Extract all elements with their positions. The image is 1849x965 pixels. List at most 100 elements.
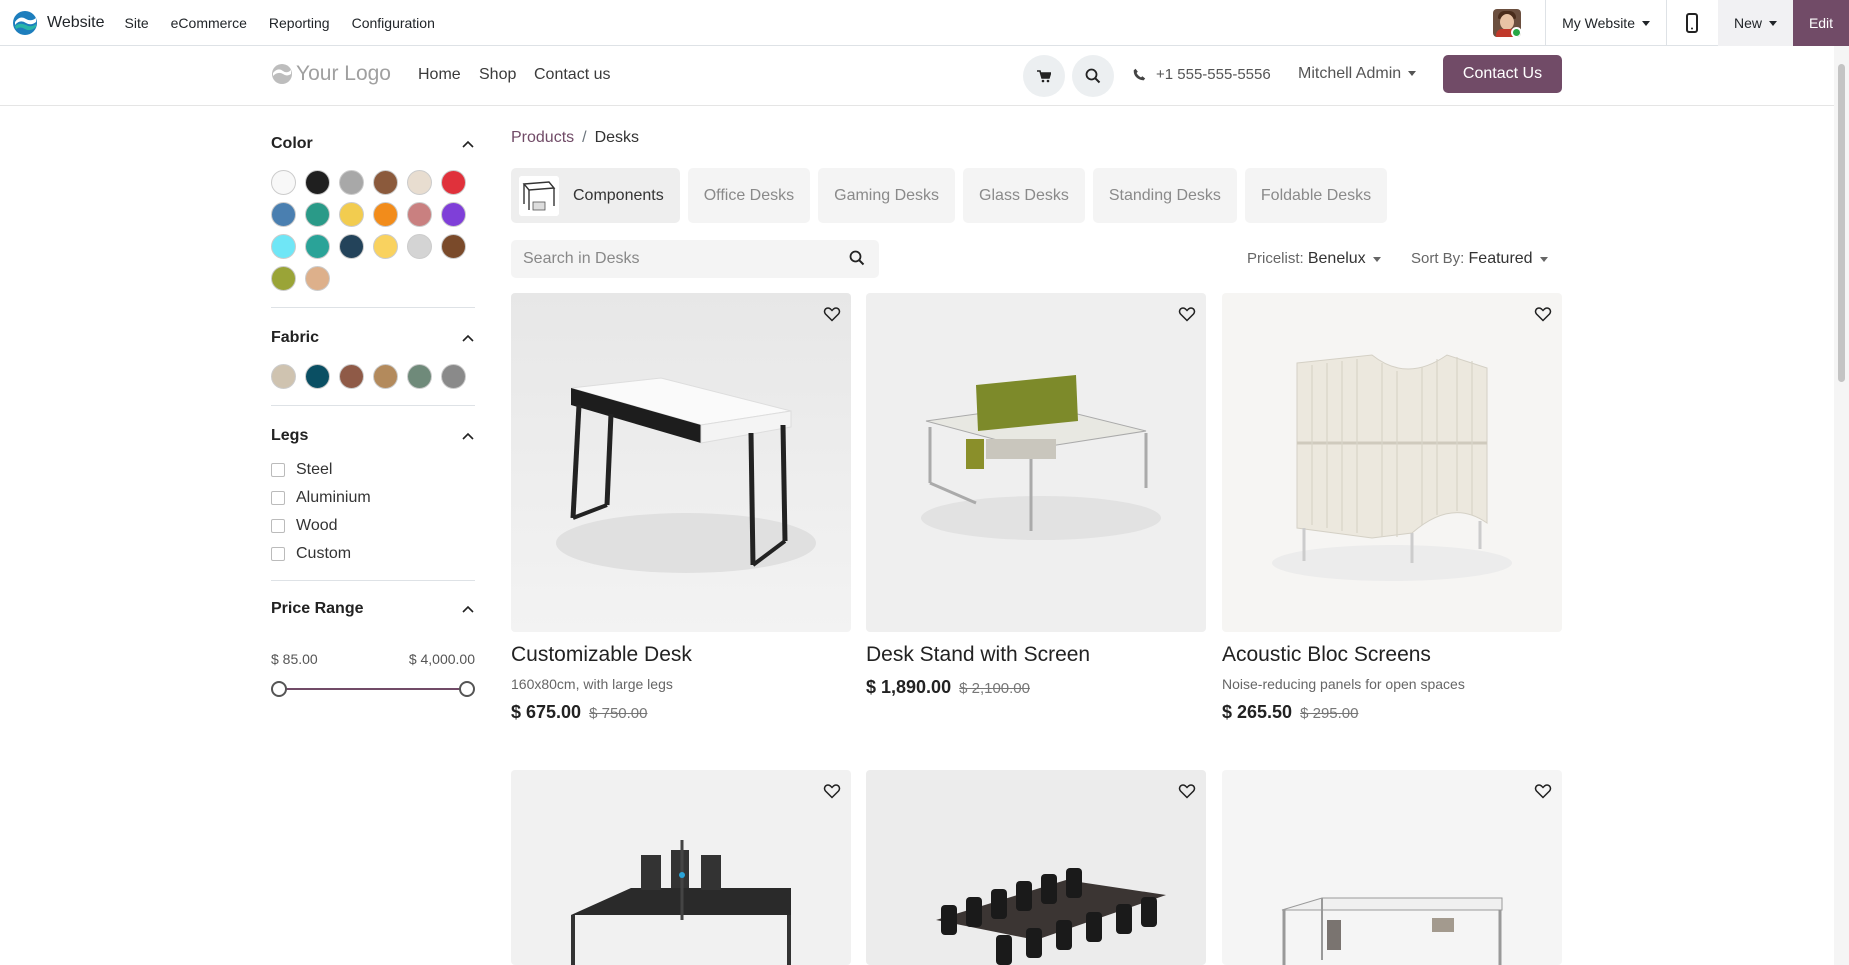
color-filter-header[interactable]: Color — [271, 128, 475, 160]
heart-icon[interactable] — [1178, 305, 1196, 323]
color-swatch[interactable] — [339, 234, 364, 259]
cart-button[interactable] — [1023, 55, 1065, 97]
product-card[interactable] — [511, 770, 851, 965]
color-swatch[interactable] — [407, 234, 432, 259]
fabric-swatch[interactable] — [373, 364, 398, 389]
fabric-swatch[interactable] — [441, 364, 466, 389]
heart-icon[interactable] — [1534, 782, 1552, 800]
checkbox[interactable] — [271, 547, 285, 561]
checkbox[interactable] — [271, 519, 285, 533]
color-swatch[interactable] — [271, 234, 296, 259]
fabric-swatch[interactable] — [407, 364, 432, 389]
menu-site[interactable]: Site — [125, 15, 149, 31]
color-swatch[interactable] — [407, 170, 432, 195]
legs-filter-header[interactable]: Legs — [271, 420, 475, 452]
site-logo[interactable]: Your Logo — [271, 62, 391, 86]
product-card[interactable]: Acoustic Bloc Screens Noise-reducing pan… — [1222, 293, 1562, 723]
product-card[interactable]: Desk Stand with Screen $ 1,890.00 $ 2,10… — [866, 293, 1206, 698]
legs-option-custom[interactable]: Custom — [271, 540, 475, 568]
heart-icon[interactable] — [1534, 305, 1552, 323]
product-name[interactable]: Acoustic Bloc Screens — [1222, 643, 1562, 667]
fabric-swatch[interactable] — [271, 364, 296, 389]
legs-option-wood[interactable]: Wood — [271, 512, 475, 540]
color-swatch[interactable] — [441, 234, 466, 259]
color-swatch[interactable] — [373, 202, 398, 227]
product-image[interactable] — [1222, 770, 1562, 965]
nav-home[interactable]: Home — [418, 66, 461, 84]
color-swatch[interactable] — [339, 202, 364, 227]
color-swatch[interactable] — [339, 170, 364, 195]
color-swatch[interactable] — [407, 202, 432, 227]
scrollbar-thumb[interactable] — [1838, 64, 1845, 382]
phone-number[interactable]: +1 555-555-5556 — [1133, 66, 1271, 83]
category-foldable-desks[interactable]: Foldable Desks — [1244, 168, 1388, 223]
product-card[interactable] — [1222, 770, 1562, 965]
user-dropdown[interactable]: Mitchell Admin — [1298, 65, 1417, 83]
product-name[interactable]: Customizable Desk — [511, 643, 851, 667]
slider-min-handle[interactable] — [271, 681, 287, 697]
color-swatch[interactable] — [271, 170, 296, 195]
menu-ecommerce[interactable]: eCommerce — [171, 15, 247, 31]
checkbox[interactable] — [271, 491, 285, 505]
fabric-swatch[interactable] — [339, 364, 364, 389]
caret-down-icon — [1372, 256, 1381, 262]
edit-button[interactable]: Edit — [1793, 0, 1849, 46]
category-gaming-desks[interactable]: Gaming Desks — [818, 168, 956, 223]
product-card[interactable] — [866, 770, 1206, 965]
nav-contact-us[interactable]: Contact us — [534, 66, 610, 84]
color-swatch[interactable] — [305, 202, 330, 227]
pricelist-label: Pricelist: — [1247, 250, 1304, 267]
price-filter-header[interactable]: Price Range — [271, 593, 475, 625]
user-avatar[interactable] — [1493, 9, 1522, 37]
product-image[interactable] — [866, 770, 1206, 965]
website-switcher[interactable]: My Website — [1545, 0, 1666, 46]
checkbox[interactable] — [271, 463, 285, 477]
category-standing-desks[interactable]: Standing Desks — [1092, 168, 1237, 223]
search-button[interactable] — [1072, 55, 1114, 97]
user-name: Mitchell Admin — [1298, 65, 1402, 82]
breadcrumb-products[interactable]: Products — [511, 129, 574, 146]
product-image[interactable] — [866, 293, 1206, 632]
heart-icon[interactable] — [1178, 782, 1196, 800]
price-range-slider[interactable] — [271, 679, 475, 699]
page-scrollbar[interactable] — [1834, 46, 1849, 965]
fabric-swatch[interactable] — [305, 364, 330, 389]
sort-dropdown[interactable]: Sort By: Featured — [1411, 250, 1548, 268]
color-swatch[interactable] — [271, 266, 296, 291]
color-swatch[interactable] — [441, 170, 466, 195]
new-content-button[interactable]: New — [1717, 0, 1793, 46]
fabric-filter-header[interactable]: Fabric — [271, 322, 475, 354]
contact-us-button[interactable]: Contact Us — [1443, 55, 1562, 93]
search-submit-button[interactable] — [849, 250, 865, 271]
color-swatch[interactable] — [373, 170, 398, 195]
divider — [271, 307, 475, 308]
color-swatch[interactable] — [373, 234, 398, 259]
menu-reporting[interactable]: Reporting — [269, 15, 330, 31]
category-office-desks[interactable]: Office Desks — [687, 168, 811, 223]
color-swatch[interactable] — [305, 234, 330, 259]
legs-option-steel[interactable]: Steel — [271, 456, 475, 484]
color-swatch[interactable] — [441, 202, 466, 227]
product-image[interactable] — [1222, 293, 1562, 632]
product-name[interactable]: Desk Stand with Screen — [866, 643, 1206, 667]
slider-max-handle[interactable] — [459, 681, 475, 697]
fabric-filter-title: Fabric — [271, 329, 320, 346]
search-input[interactable]: Search in Desks — [511, 240, 879, 278]
color-swatch[interactable] — [305, 266, 330, 291]
product-image[interactable] — [511, 770, 851, 965]
color-swatch[interactable] — [305, 170, 330, 195]
product-image[interactable] — [511, 293, 851, 632]
pricelist-dropdown[interactable]: Pricelist: Benelux — [1247, 250, 1381, 268]
product-card[interactable]: Customizable Desk 160x80cm, with large l… — [511, 293, 851, 723]
category-components[interactable]: Components — [511, 168, 680, 223]
heart-icon[interactable] — [823, 782, 841, 800]
website-app-brand[interactable]: Website — [12, 10, 105, 36]
nav-shop[interactable]: Shop — [479, 66, 516, 84]
legs-option-aluminium[interactable]: Aluminium — [271, 484, 475, 512]
heart-icon[interactable] — [823, 305, 841, 323]
category-glass-desks[interactable]: Glass Desks — [963, 168, 1085, 223]
phone-text: +1 555-555-5556 — [1156, 66, 1271, 83]
mobile-preview-button[interactable] — [1665, 0, 1718, 46]
color-swatch[interactable] — [271, 202, 296, 227]
menu-configuration[interactable]: Configuration — [352, 15, 435, 31]
